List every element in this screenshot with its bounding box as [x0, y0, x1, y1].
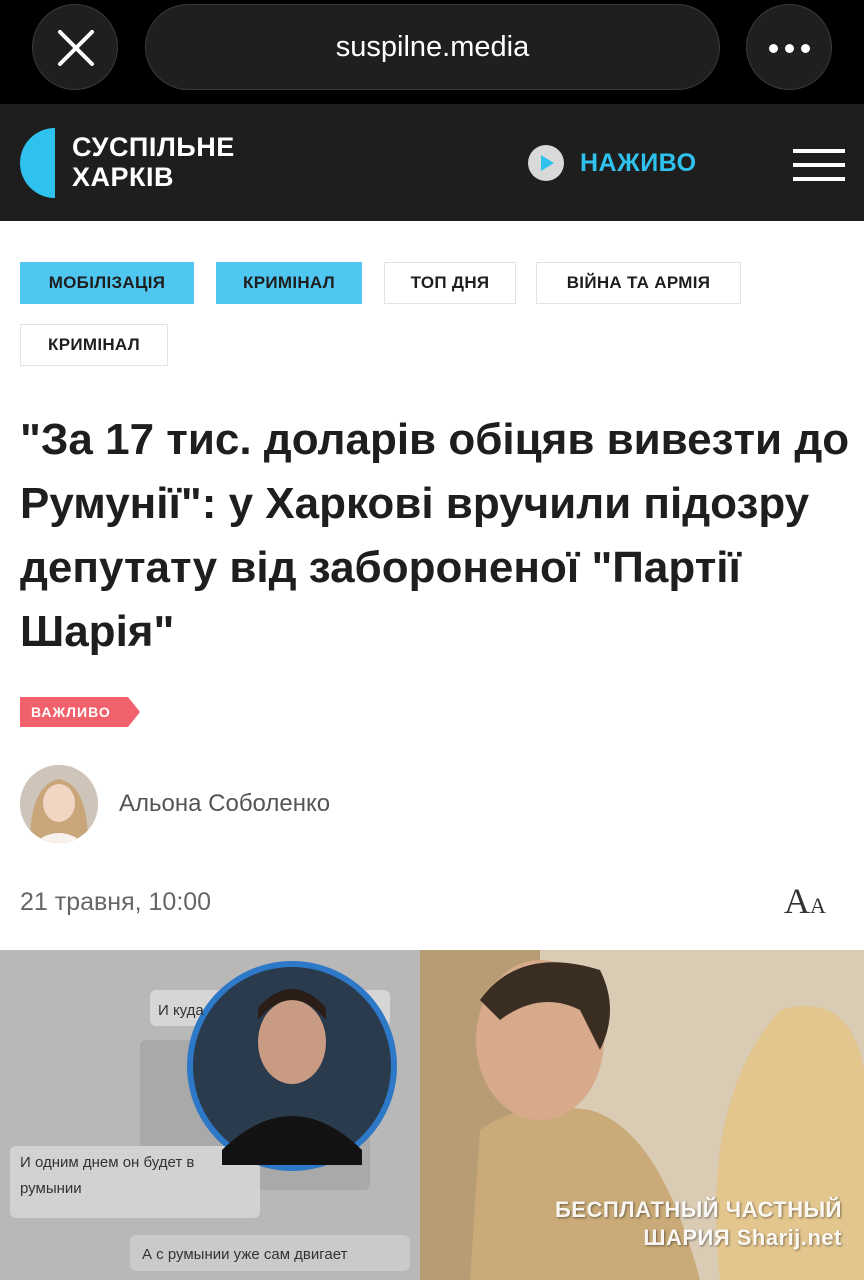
chat-line: А с румынии уже сам двигает	[142, 1246, 348, 1263]
live-button[interactable]: НАЖИВО	[528, 145, 697, 181]
publish-date: 21 травня, 10:00	[20, 888, 212, 916]
hamburger-menu-icon[interactable]	[793, 149, 845, 181]
site-header: СУСПІЛЬНЕ ХАРКІВ НАЖИВО	[0, 104, 864, 221]
close-button[interactable]	[32, 4, 118, 90]
url-text: suspilne.media	[335, 30, 530, 63]
tag-top-of-day[interactable]: ТОП ДНЯ	[384, 262, 516, 304]
important-badge: ВАЖЛИВО	[20, 697, 140, 727]
watermark: БЕСПЛАТНЫЙ ЧАСТНЫЙ ШАРИЯ Sharij.net	[554, 1197, 842, 1250]
article-headline: "За 17 тис. доларів обіцяв вивезти до Ру…	[20, 415, 850, 656]
site-logo-text[interactable]: СУСПІЛЬНЕ ХАРКІВ	[72, 132, 235, 192]
article-photo: И куда И одним днем он будет в румынии А…	[0, 950, 864, 1280]
chat-line: И куда	[158, 1002, 204, 1019]
chat-line: И одним днем он будет в	[20, 1154, 195, 1171]
tag-crime-secondary[interactable]: КРИМІНАЛ	[20, 324, 168, 366]
play-icon	[528, 145, 564, 181]
tag-war-and-army[interactable]: ВІЙНА ТА АРМІЯ	[536, 262, 741, 304]
author-avatar[interactable]	[20, 765, 98, 843]
url-bar[interactable]: suspilne.media	[145, 4, 720, 90]
more-options-button[interactable]	[746, 4, 832, 90]
live-label: НАЖИВО	[580, 148, 697, 177]
more-icon	[769, 44, 778, 53]
browser-bar: suspilne.media	[0, 0, 864, 104]
close-icon	[58, 30, 94, 66]
chat-line: румынии	[20, 1180, 82, 1197]
author-name[interactable]: Альона Соболенко	[119, 790, 330, 818]
tag-crime[interactable]: КРИМІНАЛ	[216, 262, 362, 304]
font-size-icon[interactable]: AA	[784, 880, 826, 922]
tag-mobilization[interactable]: МОБІЛІЗАЦІЯ	[20, 262, 194, 304]
